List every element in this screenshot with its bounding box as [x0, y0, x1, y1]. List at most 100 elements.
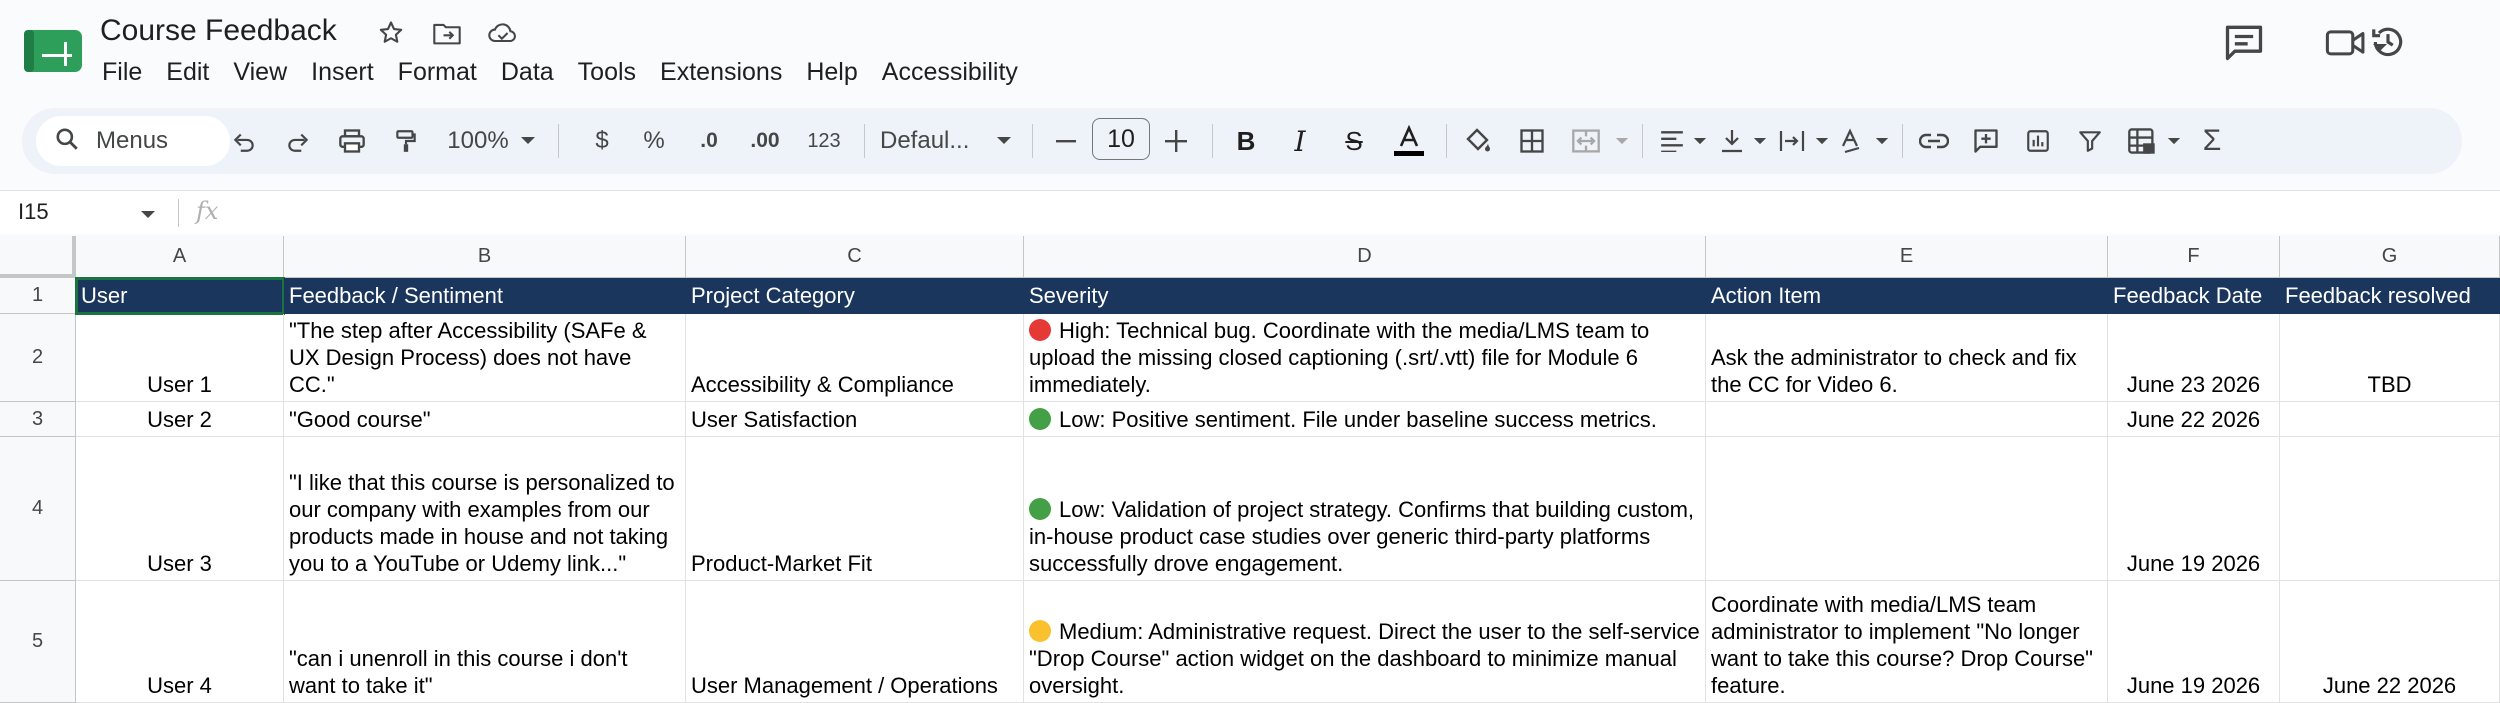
wrap-dropdown-icon[interactable] [1812, 119, 1832, 163]
menu-data[interactable]: Data [499, 56, 566, 91]
formula-input[interactable] [240, 199, 2440, 227]
sheets-logo-icon[interactable] [24, 28, 82, 74]
column-header-d[interactable]: D [1024, 236, 1706, 278]
currency-format-button[interactable]: $ [580, 119, 624, 163]
cloud-status-icon[interactable] [486, 16, 520, 50]
italic-icon[interactable]: I [1278, 119, 1322, 163]
halign-dropdown-icon[interactable] [1690, 119, 1710, 163]
column-header-a[interactable]: A [76, 236, 284, 278]
comments-icon[interactable] [2222, 20, 2266, 69]
column-header-f[interactable]: F [2108, 236, 2280, 278]
table-cell[interactable]: June 19 2026 [2108, 581, 2280, 703]
increase-decimal-button[interactable]: .00 [740, 119, 790, 163]
increase-font-size-icon[interactable] [1156, 119, 1196, 163]
table-cell[interactable]: TBD [2280, 314, 2500, 402]
text-color-icon[interactable] [1386, 119, 1432, 163]
percent-format-button[interactable]: % [632, 119, 676, 163]
column-header-g[interactable]: G [2280, 236, 2500, 278]
text-rotation-icon[interactable] [1834, 119, 1870, 163]
vertical-align-icon[interactable] [1714, 119, 1750, 163]
horizontal-align-icon[interactable] [1654, 119, 1690, 163]
meet-video-icon[interactable] [2324, 22, 2368, 67]
header-cell-user[interactable]: User [75, 277, 285, 315]
table-cell[interactable]: User 1 [76, 314, 284, 402]
menu-view[interactable]: View [231, 56, 299, 91]
menu-help[interactable]: Help [804, 56, 869, 91]
valign-dropdown-icon[interactable] [1750, 119, 1770, 163]
rotation-dropdown-icon[interactable] [1872, 119, 1892, 163]
borders-icon[interactable] [1510, 119, 1554, 163]
table-cell[interactable]: User 3 [76, 437, 284, 581]
strikethrough-icon[interactable]: S [1332, 119, 1376, 163]
header-cell-action-item[interactable]: Action Item [1706, 278, 2108, 314]
row-header-3[interactable]: 3 [0, 402, 76, 437]
insert-comment-icon[interactable] [1964, 119, 2008, 163]
decrease-font-size-icon[interactable] [1048, 119, 1084, 163]
header-cell-feedback-date[interactable]: Feedback Date [2108, 278, 2280, 314]
filter-views-dropdown-icon[interactable] [2164, 119, 2184, 163]
menu-file[interactable]: File [100, 56, 154, 91]
table-cell[interactable]: "can i unenroll in this course i don't w… [284, 581, 686, 703]
row-header-4[interactable]: 4 [0, 437, 76, 581]
paint-format-icon[interactable] [384, 119, 428, 163]
fill-color-icon[interactable] [1454, 119, 1502, 163]
table-cell-severity[interactable]: Medium: Administrative request. Direct t… [1024, 581, 1706, 703]
menu-insert[interactable]: Insert [309, 56, 386, 91]
table-cell[interactable] [1706, 402, 2108, 437]
table-cell-severity[interactable]: High: Technical bug. Coordinate with the… [1024, 314, 1706, 402]
column-header-e[interactable]: E [1706, 236, 2108, 278]
table-cell[interactable]: June 23 2026 [2108, 314, 2280, 402]
redo-icon[interactable] [276, 119, 320, 163]
table-cell[interactable] [2280, 402, 2500, 437]
move-folder-icon[interactable] [430, 16, 464, 50]
header-cell-category[interactable]: Project Category [686, 278, 1024, 314]
search-menus[interactable]: Menus [36, 116, 230, 166]
column-header-b[interactable]: B [284, 236, 686, 278]
number-format-button[interactable]: 123 [798, 119, 850, 163]
select-all-corner[interactable] [0, 236, 76, 278]
table-cell[interactable]: Coordinate with media/LMS team administr… [1706, 581, 2108, 703]
font-dropdown-icon[interactable] [992, 119, 1016, 163]
header-cell-feedback-resolved[interactable]: Feedback resolved [2280, 278, 2500, 314]
table-cell[interactable]: User Management / Operations [686, 581, 1024, 703]
name-box-dropdown-icon[interactable] [140, 207, 156, 225]
zoom-dropdown-icon[interactable] [516, 119, 540, 163]
zoom-select[interactable]: 100% [442, 119, 514, 163]
menu-accessibility[interactable]: Accessibility [880, 56, 1030, 91]
header-cell-feedback[interactable]: Feedback / Sentiment [284, 278, 686, 314]
table-cell[interactable]: Product-Market Fit [686, 437, 1024, 581]
menu-extensions[interactable]: Extensions [658, 56, 794, 91]
document-title[interactable]: Course Feedback [100, 14, 337, 48]
decrease-decimal-button[interactable]: .0 [686, 119, 732, 163]
name-box[interactable]: I15 [18, 199, 49, 225]
column-header-c[interactable]: C [686, 236, 1024, 278]
table-cell[interactable]: Accessibility & Compliance [686, 314, 1024, 402]
table-cell-severity[interactable]: Low: Validation of project strategy. Con… [1024, 437, 1706, 581]
header-cell-severity[interactable]: Severity [1024, 278, 1706, 314]
table-cell[interactable]: June 19 2026 [2108, 437, 2280, 581]
menu-edit[interactable]: Edit [164, 56, 221, 91]
undo-icon[interactable] [222, 119, 266, 163]
table-cell[interactable]: June 22 2026 [2108, 402, 2280, 437]
table-cell[interactable]: "The step after Accessibility (SAFe & UX… [284, 314, 686, 402]
table-cell[interactable]: User 2 [76, 402, 284, 437]
table-cell[interactable]: June 22 2026 [2280, 581, 2500, 703]
star-icon[interactable] [374, 16, 408, 50]
insert-chart-icon[interactable] [2016, 119, 2060, 163]
table-cell-severity[interactable]: Low: Positive sentiment. File under base… [1024, 402, 1706, 437]
text-wrapping-icon[interactable] [1774, 119, 1810, 163]
menu-format[interactable]: Format [396, 56, 489, 91]
bold-icon[interactable]: B [1224, 119, 1268, 163]
functions-icon[interactable]: Σ [2190, 119, 2234, 163]
row-header-1[interactable]: 1 [0, 278, 76, 314]
print-icon[interactable] [330, 119, 374, 163]
meet-dropdown-icon[interactable] [2372, 40, 2388, 58]
row-header-2[interactable]: 2 [0, 314, 76, 402]
table-cell[interactable]: "I like that this course is personalized… [284, 437, 686, 581]
table-cell[interactable]: "Good course" [284, 402, 686, 437]
filter-icon[interactable] [2068, 119, 2112, 163]
table-cell[interactable]: Ask the administrator to check and fix t… [1706, 314, 2108, 402]
table-cell[interactable] [2280, 437, 2500, 581]
filter-views-icon[interactable] [2120, 119, 2164, 163]
row-header-5[interactable]: 5 [0, 581, 76, 703]
